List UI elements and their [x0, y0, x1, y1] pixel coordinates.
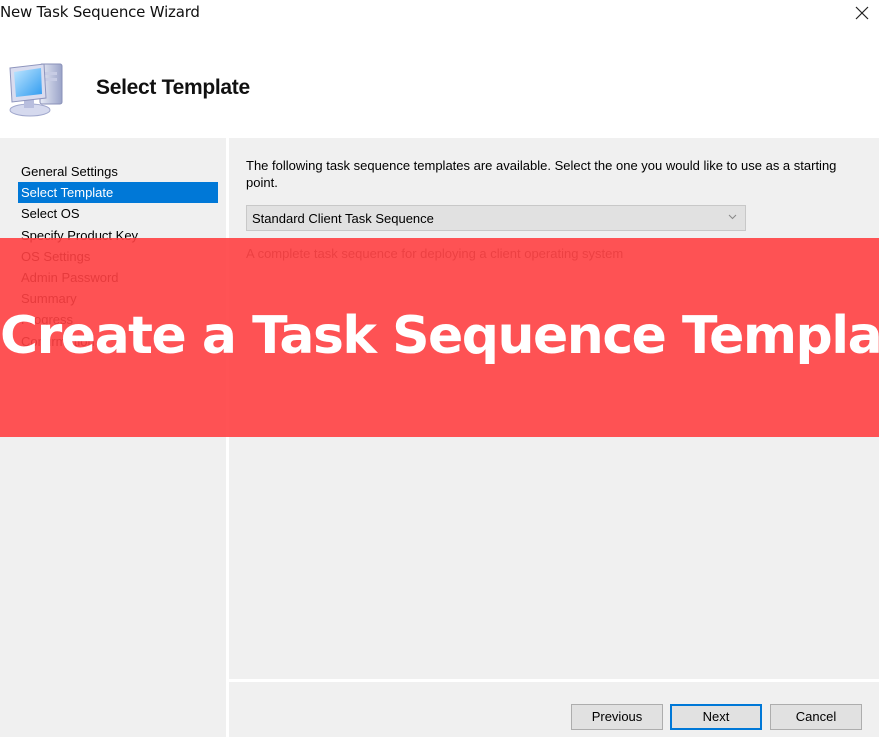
title-banner-overlay: Create a Task Sequence Template — [0, 238, 879, 437]
close-button[interactable] — [845, 0, 879, 28]
template-dropdown[interactable]: Standard Client Task Sequence — [246, 205, 746, 231]
banner-text: Create a Task Sequence Template — [0, 306, 879, 366]
title-bar: New Task Sequence Wizard — [0, 0, 879, 28]
window-title: New Task Sequence Wizard — [0, 3, 200, 21]
close-x-icon — [855, 6, 869, 20]
chevron-down-icon — [728, 214, 737, 220]
step-select-os[interactable]: Select OS — [18, 203, 218, 224]
template-dropdown-value: Standard Client Task Sequence — [252, 211, 434, 226]
instructions-text: The following task sequence templates ar… — [246, 158, 837, 190]
step-select-template[interactable]: Select Template — [18, 182, 218, 204]
next-button[interactable]: Next — [670, 704, 762, 730]
page-title: Select Template — [96, 76, 250, 99]
computer-icon — [9, 63, 63, 117]
wizard-header: Select Template — [0, 28, 879, 138]
previous-button[interactable]: Previous — [571, 704, 663, 730]
cancel-button[interactable]: Cancel — [770, 704, 862, 730]
step-general-settings[interactable]: General Settings — [18, 161, 218, 182]
